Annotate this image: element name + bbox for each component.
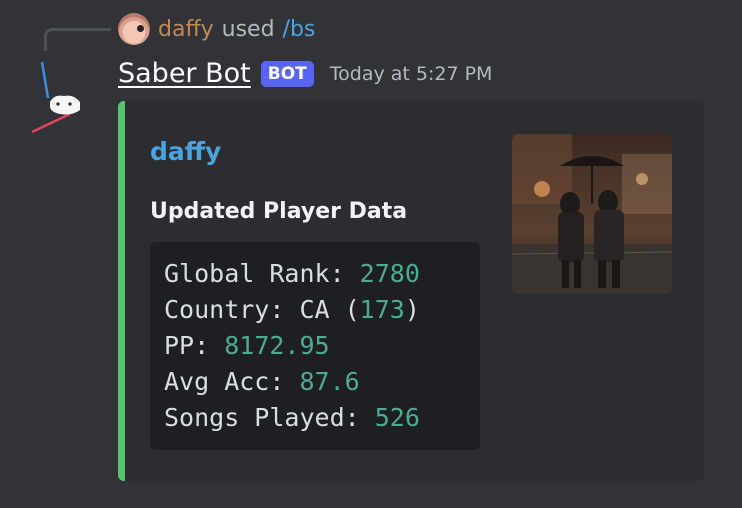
- stats-code-block: Global Rank: 2780 Country: CA (173) PP: 81…: [150, 242, 480, 450]
- embed-card: daffy Updated Player Data Global Rank: 2…: [118, 101, 704, 481]
- cat-icon: [50, 95, 80, 115]
- bot-avatar[interactable]: [28, 58, 88, 136]
- embed-title: Updated Player Data: [150, 199, 408, 224]
- embed-thumbnail[interactable]: [512, 134, 672, 294]
- stat-label: Country: CA (: [164, 295, 360, 324]
- stat-value: 173: [359, 295, 405, 324]
- stat-label: Avg Acc:: [164, 367, 300, 396]
- stat-country: Country: CA (173): [164, 292, 466, 328]
- red-saber-icon: [31, 112, 71, 134]
- reply-command[interactable]: /bs: [283, 17, 316, 42]
- embed-author: daffy: [150, 137, 222, 166]
- stat-songs-played: Songs Played: 526: [164, 400, 466, 436]
- discord-message-view: daffy used /bs Saber Bot BOT Today at 5:…: [0, 0, 742, 508]
- message-header: Saber Bot BOT Today at 5:27 PM: [118, 58, 492, 89]
- reply-connector-line: [44, 28, 111, 51]
- stat-global-rank: Global Rank: 2780: [164, 256, 466, 292]
- stat-pp: PP: 8172.95: [164, 328, 466, 364]
- stat-label: Global Rank:: [164, 259, 360, 288]
- message-timestamp[interactable]: Today at 5:27 PM: [330, 63, 493, 85]
- stat-avg-acc: Avg Acc: 87.6: [164, 364, 466, 400]
- reply-used-text: used: [221, 16, 275, 42]
- reply-context[interactable]: daffy used /bs: [118, 12, 315, 46]
- stat-value: 8172.95: [224, 331, 330, 360]
- blue-saber-icon: [40, 61, 50, 99]
- reply-user-avatar[interactable]: [118, 13, 150, 45]
- stat-value: 87.6: [299, 367, 360, 396]
- stat-value: 2780: [359, 259, 420, 288]
- stat-label: ): [404, 295, 420, 324]
- embed-accent-bar: [118, 101, 125, 481]
- stat-label: PP:: [164, 331, 225, 360]
- bot-username[interactable]: Saber Bot: [118, 58, 251, 89]
- reply-username[interactable]: daffy: [158, 17, 214, 42]
- stat-label: Songs Played:: [164, 403, 375, 432]
- bot-badge: BOT: [260, 60, 314, 87]
- stat-value: 526: [374, 403, 420, 432]
